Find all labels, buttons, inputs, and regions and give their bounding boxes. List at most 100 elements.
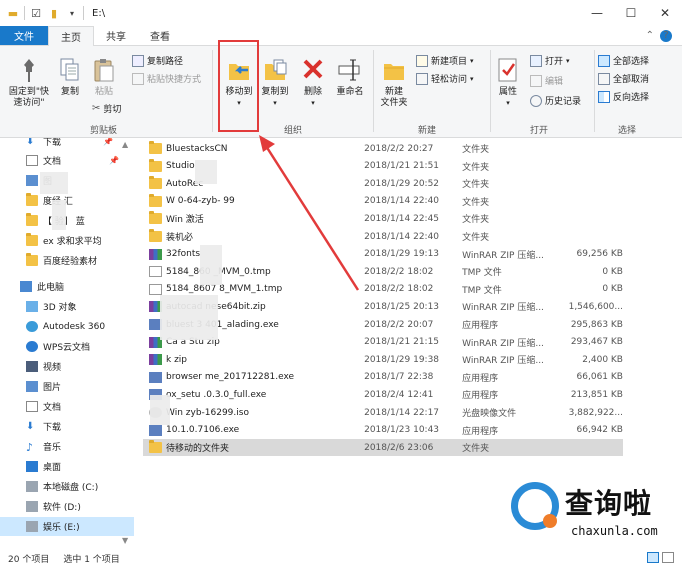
new-folder-label: 新建 文件夹: [380, 87, 408, 108]
nav-item-folder[interactable]: ex 求和求平均: [26, 231, 102, 250]
easy-access-button[interactable]: 轻松访问 ▾: [416, 72, 474, 85]
file-row[interactable]: W 0-64-zyb- 99 2018/1/14 22:40 文件夹: [143, 193, 623, 210]
paste-shortcut-label: 粘贴快捷方式: [147, 75, 202, 85]
nav-item-music[interactable]: ♪ 音乐: [26, 437, 61, 456]
quick-access-toolbar: ▬ ☑ ▮ ▾: [0, 6, 84, 20]
watermark-url: chaxunla.com: [571, 524, 658, 538]
nav-item-autodesk-360[interactable]: Autodesk 360: [26, 317, 105, 336]
file-date: 2018/1/14 22:40: [364, 196, 440, 207]
file-row[interactable]: k zip 2018/1/29 19:38 WinRAR ZIP 压缩... 2,40…: [143, 351, 623, 368]
nav-item-label: 软件 (D:): [43, 503, 81, 513]
folder-icon: [149, 440, 162, 454]
close-button[interactable]: ✕: [648, 0, 682, 26]
scroll-down-icon[interactable]: ▼: [122, 536, 128, 545]
nav-scrollbar[interactable]: ▲ ▼: [120, 138, 132, 549]
properties-button[interactable]: 属性 ▾: [494, 56, 522, 109]
minimize-button[interactable]: —: [580, 0, 614, 26]
file-type: 应用程序: [462, 391, 499, 402]
rename-icon: [337, 56, 363, 84]
file-type: 文件夹: [462, 197, 490, 208]
tab-home[interactable]: 主页: [48, 26, 94, 46]
nav-item-drive-d[interactable]: 软件 (D:): [26, 497, 81, 516]
help-icon[interactable]: ?: [660, 29, 672, 42]
nav-item-label: 3D 对象: [43, 303, 77, 313]
chevron-up-icon[interactable]: ⌃: [646, 30, 654, 41]
file-row[interactable]: Win zyb-16299.iso 2018/1/14 22:17 光盘映像文件 3,…: [143, 404, 623, 421]
nav-item-wps-cloud[interactable]: WPS云文档: [26, 337, 90, 356]
nav-item-videos[interactable]: 视频: [26, 357, 61, 376]
nav-item-3d-objects[interactable]: 3D 对象: [26, 297, 77, 316]
file-type: 文件夹: [462, 444, 490, 455]
nav-item-folder[interactable]: 百度经验素材: [26, 251, 97, 270]
nav-item-pictures[interactable]: 图片: [26, 377, 61, 396]
file-row[interactable]: browser me_201712281.exe 2018/1/7 22:38 应用…: [143, 369, 623, 386]
history-icon: [530, 94, 542, 107]
edit-label: 编辑: [545, 77, 564, 87]
edit-button[interactable]: 编辑: [530, 74, 563, 87]
file-date: 2018/2/4 12:41: [364, 389, 434, 400]
new-folder-button[interactable]: 新建 文件夹: [376, 56, 412, 109]
file-row[interactable]: 装机必 2018/1/14 22:40 文件夹: [143, 228, 623, 245]
rename-button[interactable]: 重命名: [332, 56, 368, 98]
cut-button[interactable]: ✂ 剪切: [92, 102, 121, 115]
nav-item-documents-pinned[interactable]: 文档 📌: [26, 151, 119, 170]
history-button[interactable]: 历史记录: [530, 94, 581, 107]
open-button[interactable]: 打开 ▾: [530, 54, 570, 67]
nav-item-downloads-pinned[interactable]: ⬇ 下载 📌: [26, 138, 113, 151]
tab-share[interactable]: 共享: [94, 26, 138, 45]
copy-to-button[interactable]: 复制到 ▾: [258, 56, 292, 109]
nav-item-drive-e[interactable]: 娱乐 (E:): [0, 517, 134, 536]
desktop-icon: [26, 461, 38, 472]
file-type: 应用程序: [462, 321, 499, 331]
invert-selection-button[interactable]: 反向选择: [598, 90, 649, 103]
file-date: 2018/1/29 19:38: [364, 354, 440, 365]
nav-item-downloads[interactable]: ⬇ 下载: [26, 417, 61, 436]
nav-item-this-pc[interactable]: 此电脑: [20, 277, 64, 296]
delete-button[interactable]: 删除 ▾: [299, 56, 327, 109]
copy-to-icon: [262, 56, 288, 84]
select-none-button[interactable]: 全部取消: [598, 72, 649, 85]
file-type: TMP 文件: [462, 268, 502, 279]
cloud-icon: [26, 341, 38, 352]
file-name: W 0-64-zyb- 99: [166, 196, 235, 207]
copy-path-button[interactable]: 复制路径: [132, 54, 183, 67]
file-row[interactable]: BluestacksCN 2018/2/2 20:27 文件夹: [143, 140, 623, 157]
file-row[interactable]: ox_setu .0.3.0_full.exe 2018/2/4 12:41 应用程…: [143, 386, 623, 403]
large-icons-view-icon[interactable]: [662, 552, 674, 563]
select-all-button[interactable]: 全部选择: [598, 54, 649, 67]
folder-icon: ▬: [7, 6, 19, 20]
paste-button[interactable]: 粘贴: [90, 56, 118, 98]
paste-shortcut-icon: [132, 72, 144, 85]
new-folder-icon[interactable]: ▮: [47, 6, 61, 20]
new-item-button[interactable]: 新建项目 ▾: [416, 54, 474, 67]
copy-path-label: 复制路径: [147, 57, 184, 67]
details-view-icon[interactable]: [647, 552, 659, 563]
file-type: 应用程序: [462, 426, 499, 437]
maximize-button[interactable]: ☐: [614, 0, 648, 26]
file-date: 2018/1/14 22:17: [364, 407, 440, 418]
ribbon-controls: ⌃ ?: [646, 26, 682, 45]
drive-icon: [26, 501, 38, 512]
item-count: 20 个项目: [8, 554, 50, 565]
tab-file[interactable]: 文件: [0, 26, 48, 45]
nav-item-drive-c[interactable]: 本地磁盘 (C:): [26, 477, 98, 496]
nav-item-desktop[interactable]: 桌面: [26, 457, 61, 476]
nav-item-label: 本地磁盘 (C:): [43, 483, 99, 493]
separator: [83, 6, 84, 20]
scroll-up-icon[interactable]: ▲: [122, 140, 128, 149]
file-row[interactable]: Win 激活 2018/1/14 22:45 文件夹: [143, 210, 623, 227]
file-date: 2018/2/6 23:06: [364, 442, 434, 453]
pin-quick-access-button[interactable]: 固定到"快 速访问": [4, 56, 54, 109]
nav-item-label: 下载: [43, 423, 62, 433]
file-row[interactable]: 10.1.0.7106.exe 2018/1/23 10:43 应用程序 66,942…: [143, 422, 623, 439]
properties-check-icon[interactable]: ☑: [29, 6, 43, 20]
copy-button[interactable]: 复制: [56, 56, 84, 98]
tab-view[interactable]: 查看: [138, 26, 182, 45]
chevron-down-icon[interactable]: ▾: [65, 6, 79, 20]
file-row[interactable]: 待移动的文件夹 2018/2/6 23:06 文件夹: [143, 439, 623, 457]
nav-item-documents[interactable]: 文档: [26, 397, 61, 416]
window-title: E:\: [92, 7, 106, 19]
paste-shortcut-button[interactable]: 粘贴快捷方式: [132, 72, 201, 85]
folder-icon: [149, 229, 162, 242]
file-name: Win 激活: [166, 215, 204, 226]
